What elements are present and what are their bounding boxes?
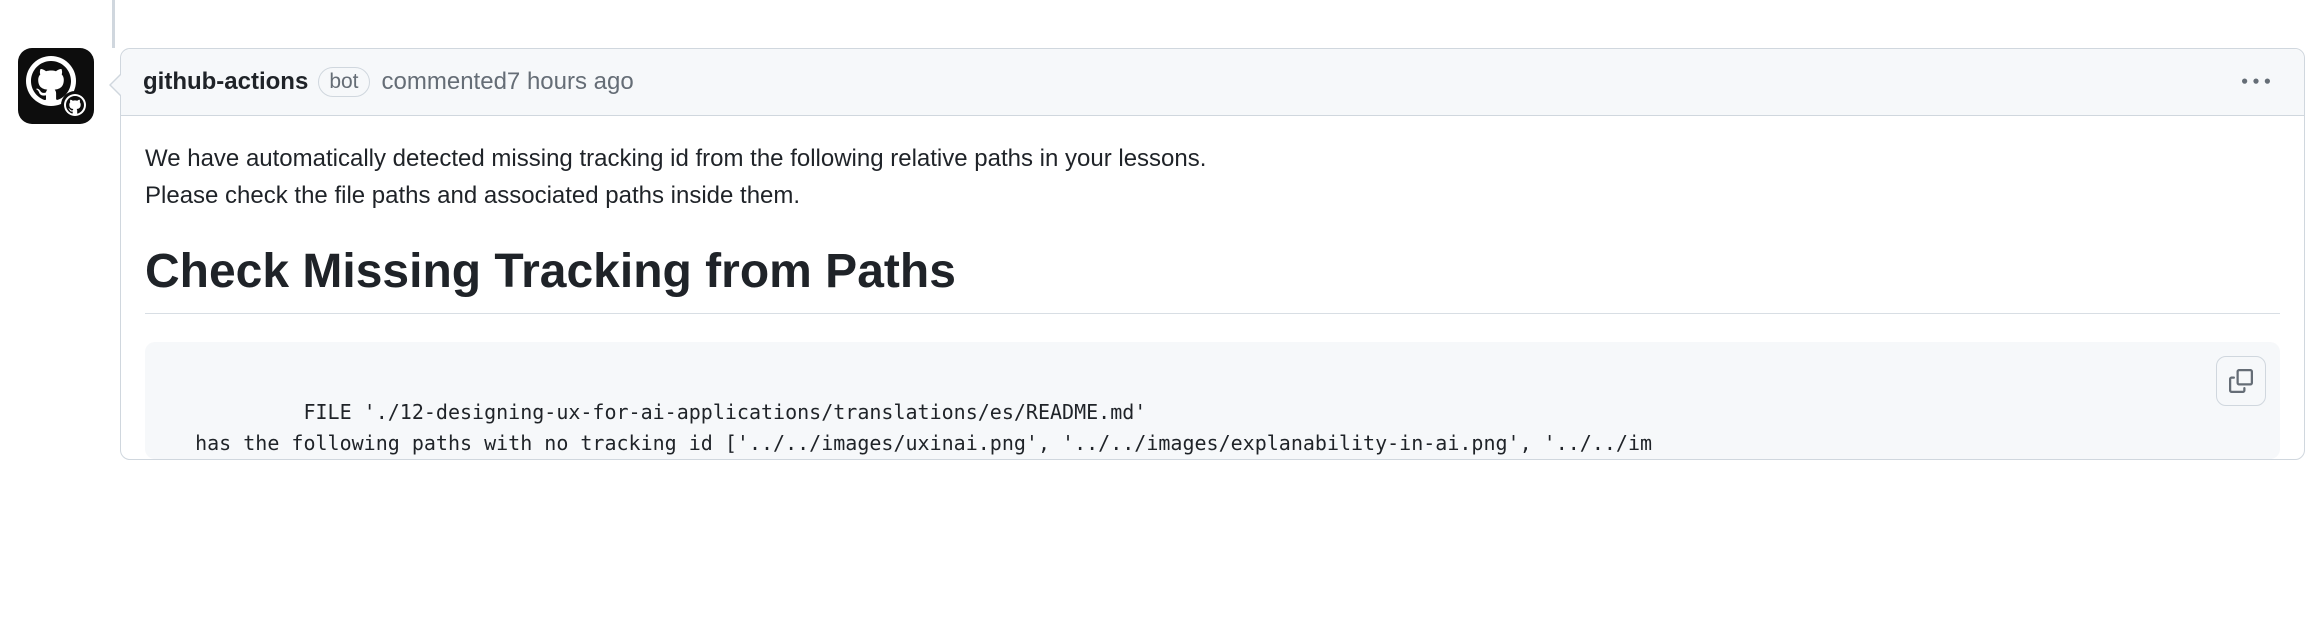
intro-line-2: Please check the file paths and associat… bbox=[145, 182, 800, 209]
github-actions-avatar-icon bbox=[23, 53, 89, 119]
comment-box: github-actions bot commented 7 hours ago… bbox=[120, 48, 2305, 460]
intro-line-1: We have automatically detected missing t… bbox=[145, 145, 1206, 172]
bot-badge: bot bbox=[318, 67, 369, 97]
comment-action-text: commented bbox=[382, 68, 507, 96]
code-line-2: has the following paths with no tracking… bbox=[171, 431, 1652, 455]
code-block: FILE './12-designing-ux-for-ai-applicati… bbox=[145, 342, 2280, 459]
timeline-bar bbox=[112, 0, 115, 48]
comment-header: github-actions bot commented 7 hours ago bbox=[121, 49, 2304, 116]
code-line-1: FILE './12-designing-ux-for-ai-applicati… bbox=[267, 400, 1146, 424]
comment-heading: Check Missing Tracking from Paths bbox=[145, 244, 2280, 314]
copy-icon bbox=[2229, 369, 2253, 393]
github-comment-container: github-actions bot commented 7 hours ago… bbox=[0, 0, 2307, 644]
author-avatar[interactable] bbox=[18, 48, 94, 124]
copy-button[interactable] bbox=[2216, 356, 2266, 406]
comment-caret bbox=[109, 73, 121, 97]
comment-timestamp[interactable]: 7 hours ago bbox=[507, 68, 634, 96]
comment-author-link[interactable]: github-actions bbox=[143, 68, 308, 96]
comment-actions-menu[interactable] bbox=[2230, 60, 2282, 104]
kebab-horizontal-icon bbox=[2242, 68, 2270, 96]
comment-intro-text: We have automatically detected missing t… bbox=[145, 140, 2280, 214]
comment-body: We have automatically detected missing t… bbox=[121, 116, 2304, 459]
